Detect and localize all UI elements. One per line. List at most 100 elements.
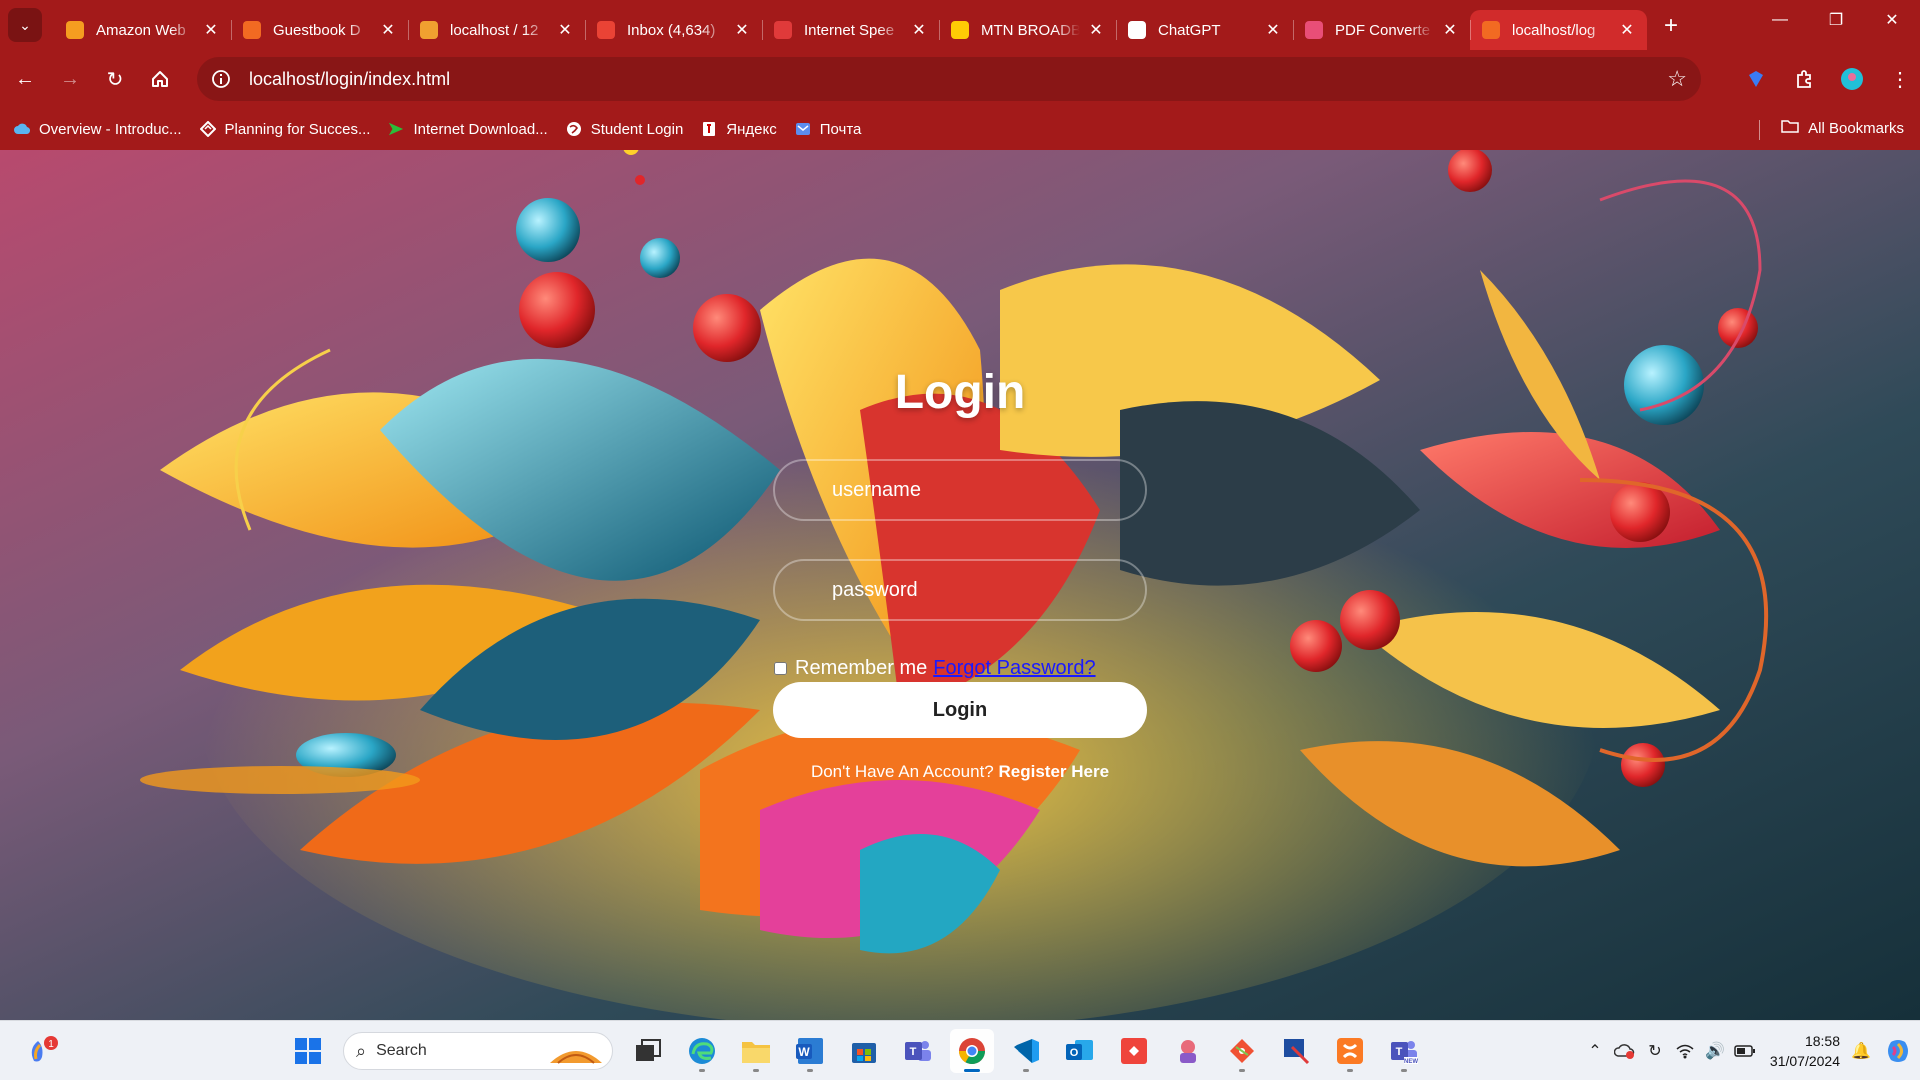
bookmarks-bar: Overview - Introduc... Planning for Succ…	[0, 108, 1920, 150]
tab[interactable]: Guestbook D ✕	[231, 10, 408, 50]
tab-title: Amazon Web	[96, 21, 186, 39]
tab-close-icon[interactable]: ✕	[555, 20, 575, 40]
forgot-password-link[interactable]: Forgot Password?	[933, 657, 1095, 680]
volume-icon[interactable]: 🔊	[1700, 1041, 1730, 1061]
tab[interactable]: MTN BROADB ✕	[939, 10, 1116, 50]
all-bookmarks-button[interactable]: All Bookmarks	[1781, 119, 1904, 137]
tab-active[interactable]: localhost/log ✕	[1470, 10, 1647, 50]
anydesk-icon[interactable]	[1112, 1029, 1156, 1073]
tab-close-icon[interactable]: ✕	[909, 20, 929, 40]
tab-close-icon[interactable]: ✕	[378, 20, 398, 40]
taskbar-apps: ⌕ Search W T O T NEW	[281, 1021, 1431, 1080]
bookmark-label: Почта	[819, 120, 862, 138]
search-icon: ⌕	[356, 1040, 367, 1061]
restore-icon[interactable]: ❐	[1808, 0, 1864, 40]
reload-icon[interactable]: ↻	[95, 59, 135, 99]
tab-close-icon[interactable]: ✕	[1617, 20, 1637, 40]
vscode-icon[interactable]	[1004, 1029, 1048, 1073]
notifications-bell-icon[interactable]: 🔔	[1846, 1041, 1876, 1061]
forward-arrow-icon[interactable]: →	[50, 59, 90, 99]
wifi-icon[interactable]	[1670, 1043, 1700, 1059]
bookmark-item[interactable]: Student Login	[566, 121, 683, 138]
taskbar-search[interactable]: ⌕ Search	[343, 1032, 613, 1070]
password-input[interactable]	[773, 559, 1147, 621]
git-icon[interactable]	[1220, 1029, 1264, 1073]
register-link[interactable]: Register Here	[998, 762, 1109, 781]
tab-list: Amazon Web ✕ Guestbook D ✕ localhost / 12 ✕ In…	[54, 0, 1647, 50]
tab-strip: ⌄ Amazon Web ✕ Guestbook D ✕ localhost / 12 ✕…	[0, 0, 1920, 50]
url-text[interactable]: localhost/login/index.html	[249, 69, 450, 90]
bookmark-item[interactable]: Яндекс	[701, 120, 777, 138]
tab[interactable]: Amazon Web ✕	[54, 10, 231, 50]
search-placeholder: Search	[376, 1042, 427, 1059]
file-explorer-icon[interactable]	[734, 1029, 778, 1073]
tab-close-icon[interactable]: ✕	[732, 20, 752, 40]
teams-icon[interactable]: T	[896, 1029, 940, 1073]
profile-avatar-icon[interactable]	[1832, 59, 1872, 99]
bookmark-item[interactable]: Internet Download...	[388, 121, 548, 138]
svg-text:NEW: NEW	[1404, 1059, 1418, 1065]
remember-me-checkbox[interactable]	[774, 662, 787, 675]
amazon-icon	[66, 21, 84, 39]
onedrive-error-icon[interactable]	[1610, 1042, 1640, 1060]
chrome-icon[interactable]	[950, 1029, 994, 1073]
sync-icon[interactable]: ↻	[1640, 1041, 1670, 1061]
svg-text:T: T	[1396, 1046, 1403, 1058]
tab-title: Inbox (4,634)	[627, 21, 716, 39]
tab[interactable]: PDF Converte ✕	[1293, 10, 1470, 50]
site-info-icon[interactable]	[209, 67, 233, 91]
diamond-icon	[199, 121, 216, 137]
bookmark-item[interactable]: Planning for Succes...	[199, 121, 370, 138]
show-hidden-icons-chevron-icon[interactable]: ⌃	[1580, 1041, 1610, 1061]
tab-close-icon[interactable]: ✕	[1086, 20, 1106, 40]
svg-text:W: W	[798, 1045, 810, 1059]
store-icon[interactable]	[842, 1029, 886, 1073]
task-view-icon[interactable]	[626, 1029, 670, 1073]
window-controls: — ❐ ✕	[1752, 0, 1920, 40]
word-icon[interactable]: W	[788, 1029, 832, 1073]
teams-new-icon[interactable]: T NEW	[1382, 1029, 1426, 1073]
battery-icon[interactable]	[1730, 1045, 1760, 1057]
outlook-icon[interactable]: O	[1058, 1029, 1102, 1073]
toolbar-actions: ⋮	[1728, 59, 1920, 99]
bookmark-label: Яндекс	[726, 120, 777, 138]
new-tab-plus-icon[interactable]: +	[1655, 10, 1687, 42]
back-arrow-icon[interactable]: ←	[5, 59, 45, 99]
system-tray: ⌃ ↻ 🔊 18:58 31/07/2024 🔔	[1580, 1021, 1920, 1080]
edge-icon[interactable]	[680, 1029, 724, 1073]
tab-close-icon[interactable]: ✕	[1263, 20, 1283, 40]
speedtest-icon	[774, 21, 792, 39]
copilot-icon[interactable]	[1876, 1038, 1920, 1064]
tab[interactable]: ChatGPT ✕	[1116, 10, 1293, 50]
bookmark-item[interactable]: Overview - Introduc...	[14, 121, 182, 138]
address-bar[interactable]: localhost/login/index.html ☆	[197, 57, 1701, 101]
home-icon[interactable]	[140, 59, 180, 99]
tab-close-icon[interactable]: ✕	[201, 20, 221, 40]
start-icon[interactable]	[286, 1029, 330, 1073]
tab-title: MTN BROADB	[981, 21, 1080, 39]
clock-date: 31/07/2024	[1769, 1053, 1840, 1069]
clock[interactable]: 18:58 31/07/2024	[1770, 1031, 1840, 1071]
game-icon[interactable]	[1166, 1029, 1210, 1073]
all-bookmarks-label: All Bookmarks	[1808, 119, 1904, 137]
extensions-puzzle-icon[interactable]	[1784, 59, 1824, 99]
snipping-icon[interactable]	[1274, 1029, 1318, 1073]
widgets-button[interactable]: 1	[24, 1033, 60, 1069]
close-window-icon[interactable]: ✕	[1864, 0, 1920, 40]
shield-extension-icon[interactable]	[1736, 59, 1776, 99]
tab-close-icon[interactable]: ✕	[1440, 20, 1460, 40]
menu-kebab-icon[interactable]: ⋮	[1880, 59, 1920, 99]
tab[interactable]: Inbox (4,634) ✕	[585, 10, 762, 50]
minimize-icon[interactable]: —	[1752, 0, 1808, 40]
tab-title: Internet Spee	[804, 21, 895, 39]
globe-icon	[566, 121, 582, 137]
bookmark-star-icon[interactable]: ☆	[1667, 67, 1687, 91]
username-input[interactable]	[773, 459, 1147, 521]
tab[interactable]: Internet Spee ✕	[762, 10, 939, 50]
bookmark-item[interactable]: Почта	[795, 120, 862, 138]
login-button[interactable]: Login	[773, 682, 1147, 738]
tab[interactable]: localhost / 12 ✕	[408, 10, 585, 50]
xampp-icon	[243, 21, 261, 39]
xampp-icon[interactable]	[1328, 1029, 1372, 1073]
tab-search-chevron-icon[interactable]: ⌄	[8, 8, 42, 42]
